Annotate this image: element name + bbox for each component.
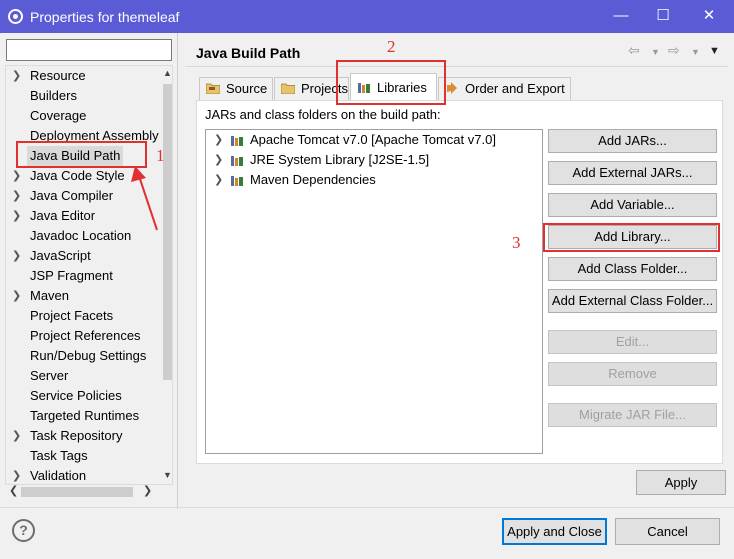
sidebar-item-label: Java Editor (30, 208, 96, 223)
forward-menu-chevron-icon[interactable]: ▼ (691, 47, 700, 57)
chevron-right-icon[interactable]: ❯ (12, 206, 22, 226)
page-title: Java Build Path (196, 45, 301, 61)
annotation-number: 1 (156, 146, 165, 165)
chevron-right-icon[interactable]: ❯ (12, 166, 22, 186)
tree-vertical-scrollbar[interactable]: ▲ ▼ (161, 66, 172, 484)
filter-input[interactable] (6, 39, 172, 61)
scroll-left-icon[interactable]: ❮ (9, 484, 18, 497)
add-jars-button[interactable]: Add JARs... (548, 129, 717, 153)
library-icon (231, 156, 243, 166)
property-page-tree: ❯ Resource Builders Coverage Deployment A… (5, 65, 173, 485)
scrollbar-thumb[interactable] (21, 487, 133, 497)
sidebar-item-label: Maven (30, 288, 70, 303)
sidebar-item-label: JSP Fragment (30, 268, 113, 283)
chevron-right-icon[interactable]: ❯ (12, 186, 22, 206)
back-icon[interactable]: ⇦ (628, 42, 640, 59)
chevron-right-icon[interactable]: ❯ (214, 150, 223, 170)
source-folder-icon (206, 83, 220, 94)
chevron-right-icon[interactable]: ❯ (214, 130, 223, 150)
scroll-up-icon[interactable]: ▲ (161, 68, 172, 78)
chevron-right-icon[interactable]: ❯ (214, 170, 223, 190)
tab-source[interactable]: Source (199, 77, 273, 100)
scroll-down-icon[interactable]: ▼ (161, 470, 172, 480)
add-variable-button[interactable]: Add Variable... (548, 193, 717, 217)
library-label: Apache Tomcat v7.0 [Apache Tomcat v7.0] (250, 132, 496, 147)
sidebar-item-label: Run/Debug Settings (30, 348, 147, 363)
chevron-right-icon[interactable]: ❯ (12, 246, 22, 266)
view-menu-icon[interactable]: ▼ (709, 45, 720, 57)
footer-divider (0, 507, 734, 508)
sidebar-item-label: Resource (30, 68, 86, 83)
annotation-number: 3 (512, 233, 521, 252)
cancel-button[interactable]: Cancel (615, 518, 720, 545)
annotation-number: 2 (387, 37, 396, 56)
sidebar-item-label: Targeted Runtimes (30, 408, 140, 423)
header-divider (185, 66, 728, 67)
project-icon (281, 83, 295, 94)
sidebar-item-label: Task Tags (30, 448, 88, 463)
pane-splitter[interactable] (177, 33, 178, 509)
sidebar-item-label: Task Repository (30, 428, 123, 443)
sidebar-item-label: Service Policies (30, 388, 122, 403)
sidebar-item-label: Java Compiler (30, 188, 114, 203)
annotation-box-libraries-tab (336, 60, 446, 105)
build-path-label: JARs and class folders on the build path… (205, 107, 441, 122)
sidebar-item-label: Javadoc Location (30, 228, 132, 243)
annotation-box-add-library (543, 223, 720, 252)
tab-label: Source (226, 81, 268, 96)
tree-horizontal-scrollbar[interactable]: ❮ ❯ (5, 485, 160, 499)
apply-and-close-button[interactable]: Apply and Close (502, 518, 607, 545)
migrate-jar-button[interactable]: Migrate JAR File... (548, 403, 717, 427)
sidebar-item-label: Project Facets (30, 308, 114, 323)
edit-button[interactable]: Edit... (548, 330, 717, 354)
library-label: Maven Dependencies (250, 172, 376, 187)
maximize-button[interactable]: ☐ (646, 4, 680, 28)
order-export-icon (447, 82, 457, 94)
sidebar-item-label: Java Code Style (30, 168, 125, 183)
chevron-right-icon[interactable]: ❯ (12, 66, 22, 86)
window-title: Properties for themeleaf (30, 9, 180, 25)
sidebar-item-label: Validation (30, 468, 87, 483)
library-icon (231, 176, 243, 186)
sidebar-item-label: Project References (30, 328, 141, 343)
sidebar-item-label: Server (30, 368, 69, 383)
library-icon (231, 136, 243, 146)
eclipse-icon (8, 9, 23, 24)
annotation-box-java-build-path (16, 141, 147, 168)
library-label: JRE System Library [J2SE-1.5] (250, 152, 430, 167)
forward-icon[interactable]: ⇨ (668, 42, 680, 59)
tab-label: Order and Export (465, 81, 565, 96)
add-external-class-folder-button[interactable]: Add External Class Folder... (548, 289, 717, 313)
chevron-right-icon[interactable]: ❯ (12, 426, 22, 446)
add-class-folder-button[interactable]: Add Class Folder... (548, 257, 717, 281)
close-button[interactable]: ✕ (692, 4, 726, 28)
sidebar-item-label: Builders (30, 88, 77, 103)
build-path-tree[interactable]: ❯ Apache Tomcat v7.0 [Apache Tomcat v7.0… (205, 129, 543, 454)
scroll-right-icon[interactable]: ❯ (143, 484, 152, 497)
sidebar-item-label: JavaScript (30, 248, 91, 263)
remove-button[interactable]: Remove (548, 362, 717, 386)
tab-order-and-export[interactable]: Order and Export (438, 77, 571, 100)
back-menu-chevron-icon[interactable]: ▼ (651, 47, 660, 57)
chevron-right-icon[interactable]: ❯ (12, 286, 22, 306)
minimize-button[interactable]: — (604, 4, 638, 28)
title-bar: Properties for themeleaf — ☐ ✕ (0, 0, 734, 33)
add-external-jars-button[interactable]: Add External JARs... (548, 161, 717, 185)
sidebar-item-label: Coverage (30, 108, 87, 123)
help-icon[interactable]: ? (12, 519, 35, 542)
scrollbar-thumb[interactable] (163, 84, 172, 380)
chevron-right-icon[interactable]: ❯ (12, 466, 22, 484)
apply-button[interactable]: Apply (636, 470, 726, 495)
